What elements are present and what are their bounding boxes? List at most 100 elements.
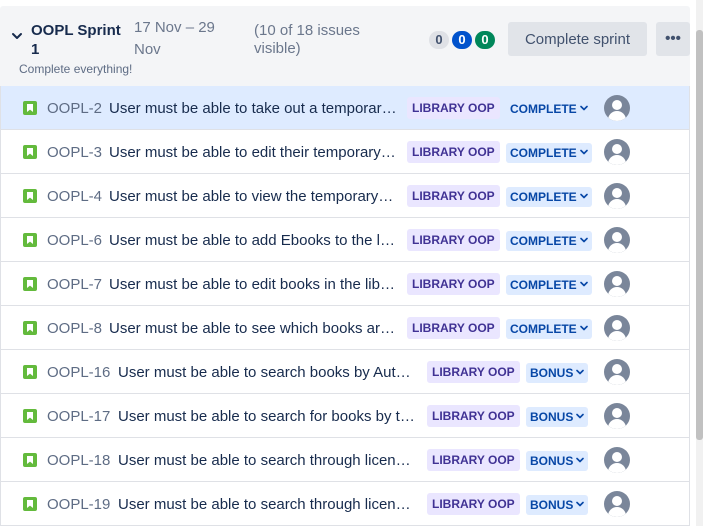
complete-sprint-button[interactable]: Complete sprint (508, 22, 647, 56)
issue-key[interactable]: OOPL-2 (47, 100, 102, 117)
epic-lozenge[interactable]: LIBRARY OOP (407, 273, 500, 295)
story-icon (23, 497, 37, 511)
chevron-down-icon (576, 369, 585, 375)
issue-row[interactable]: OOPL-6 User must be able to add Ebooks t… (0, 218, 690, 262)
status-dropdown[interactable]: BONUS (526, 451, 589, 471)
status-label: BONUS (530, 410, 574, 424)
chevron-down-icon (576, 413, 585, 419)
issue-key[interactable]: OOPL-17 (47, 408, 110, 425)
sprint-name[interactable]: OOPL Sprint 1 (31, 21, 131, 59)
issue-row[interactable]: OOPL-7 User must be able to edit books i… (0, 262, 690, 306)
assignee-avatar-icon[interactable] (604, 227, 630, 253)
chevron-down-icon (579, 105, 588, 111)
status-dropdown[interactable]: COMPLETE (506, 275, 592, 295)
epic-lozenge[interactable]: LIBRARY OOP (427, 361, 520, 383)
status-label: COMPLETE (510, 102, 577, 116)
epic-lozenge[interactable]: LIBRARY OOP (427, 449, 520, 471)
status-dropdown[interactable]: COMPLETE (506, 319, 592, 339)
issue-row[interactable]: OOPL-8 User must be able to see which bo… (0, 306, 690, 350)
story-icon (23, 409, 37, 423)
sprint-panel: OOPL Sprint 1 17 Nov – 29 Nov (10 of 18 … (0, 6, 690, 526)
story-icon (23, 365, 37, 379)
epic-lozenge[interactable]: LIBRARY OOP (427, 493, 520, 515)
visible-issues-count: (10 of 18 issues visible) (254, 22, 360, 57)
status-dropdown[interactable]: COMPLETE (506, 143, 592, 163)
chevron-down-icon (576, 501, 585, 507)
issue-summary[interactable]: User must be able to search through lice… (118, 452, 416, 469)
assignee-avatar-icon[interactable] (604, 139, 630, 165)
status-dropdown[interactable]: COMPLETE (506, 99, 592, 119)
story-icon (23, 321, 37, 335)
in-progress-count-badge: 0 (452, 31, 472, 49)
issue-row[interactable]: OOPL-3 User must be able to edit their t… (0, 130, 690, 174)
issue-summary[interactable]: User must be able to see which books are… (109, 320, 397, 337)
epic-lozenge[interactable]: LIBRARY OOP (407, 317, 500, 339)
chevron-down-icon (579, 149, 588, 155)
story-icon (23, 189, 37, 203)
issue-key[interactable]: OOPL-19 (47, 496, 110, 513)
epic-lozenge[interactable]: LIBRARY OOP (407, 229, 500, 251)
issue-row[interactable]: OOPL-19 User must be able to search thro… (0, 482, 690, 526)
chevron-down-icon[interactable] (10, 29, 24, 43)
issue-key[interactable]: OOPL-16 (47, 364, 110, 381)
scrollbar-thumb[interactable] (696, 30, 703, 440)
done-count-badge: 0 (475, 31, 495, 49)
assignee-avatar-icon[interactable] (604, 315, 630, 341)
issue-key[interactable]: OOPL-3 (47, 144, 102, 161)
issue-summary[interactable]: User must be able to edit books in the l… (109, 276, 397, 293)
assignee-avatar-icon[interactable] (604, 403, 630, 429)
status-label: COMPLETE (510, 278, 577, 292)
issue-row[interactable]: OOPL-17 User must be able to search for … (0, 394, 690, 438)
issue-key[interactable]: OOPL-4 (47, 188, 102, 205)
issue-summary[interactable]: User must be able to search for books by… (118, 408, 416, 425)
issue-key[interactable]: OOPL-7 (47, 276, 102, 293)
sprint-header: OOPL Sprint 1 17 Nov – 29 Nov (10 of 18 … (0, 6, 690, 86)
status-label: BONUS (530, 366, 574, 380)
issue-row[interactable]: OOPL-18 User must be able to search thro… (0, 438, 690, 482)
chevron-down-icon (579, 237, 588, 243)
status-label: COMPLETE (510, 322, 577, 336)
issue-key[interactable]: OOPL-18 (47, 452, 110, 469)
issue-summary[interactable]: User must be able to search through lice… (118, 496, 416, 513)
issue-summary[interactable]: User must be able to edit their temporar… (109, 144, 397, 161)
story-icon (23, 233, 37, 247)
assignee-avatar-icon[interactable] (604, 95, 630, 121)
story-icon (23, 101, 37, 115)
assignee-avatar-icon[interactable] (604, 271, 630, 297)
more-actions-button[interactable]: ••• (656, 22, 690, 56)
status-label: COMPLETE (510, 146, 577, 160)
chevron-down-icon (576, 457, 585, 463)
issue-key[interactable]: OOPL-6 (47, 232, 102, 249)
story-icon (23, 145, 37, 159)
status-dropdown[interactable]: BONUS (526, 495, 589, 515)
issue-summary[interactable]: User must be able to view the temporary … (109, 188, 397, 205)
issue-list: OOPL-2 User must be able to take out a t… (0, 86, 690, 526)
chevron-down-icon (579, 281, 588, 287)
todo-count-badge: 0 (429, 31, 449, 49)
status-dropdown[interactable]: COMPLETE (506, 187, 592, 207)
status-label: BONUS (530, 498, 574, 512)
issue-summary[interactable]: User must be able to search books by Aut… (118, 364, 416, 381)
issue-row[interactable]: OOPL-2 User must be able to take out a t… (0, 86, 690, 130)
epic-lozenge[interactable]: LIBRARY OOP (407, 185, 500, 207)
status-dropdown[interactable]: BONUS (526, 407, 589, 427)
status-label: BONUS (530, 454, 574, 468)
issue-row[interactable]: OOPL-16 User must be able to search book… (0, 350, 690, 394)
status-label: COMPLETE (510, 190, 577, 204)
epic-lozenge[interactable]: LIBRARY OOP (427, 405, 520, 427)
assignee-avatar-icon[interactable] (604, 447, 630, 473)
sprint-dates: 17 Nov – 29 Nov (134, 19, 215, 58)
issue-row[interactable]: OOPL-4 User must be able to view the tem… (0, 174, 690, 218)
epic-lozenge[interactable]: LIBRARY OOP (407, 97, 500, 119)
issue-summary[interactable]: User must be able to take out a temporar… (109, 100, 397, 117)
story-icon (23, 277, 37, 291)
status-dropdown[interactable]: COMPLETE (506, 231, 592, 251)
issue-summary[interactable]: User must be able to add Ebooks to the l… (109, 232, 397, 249)
sprint-goal: Complete everything! (19, 62, 133, 76)
assignee-avatar-icon[interactable] (604, 359, 630, 385)
assignee-avatar-icon[interactable] (604, 491, 630, 517)
epic-lozenge[interactable]: LIBRARY OOP (407, 141, 500, 163)
assignee-avatar-icon[interactable] (604, 183, 630, 209)
status-dropdown[interactable]: BONUS (526, 363, 589, 383)
issue-key[interactable]: OOPL-8 (47, 320, 102, 337)
